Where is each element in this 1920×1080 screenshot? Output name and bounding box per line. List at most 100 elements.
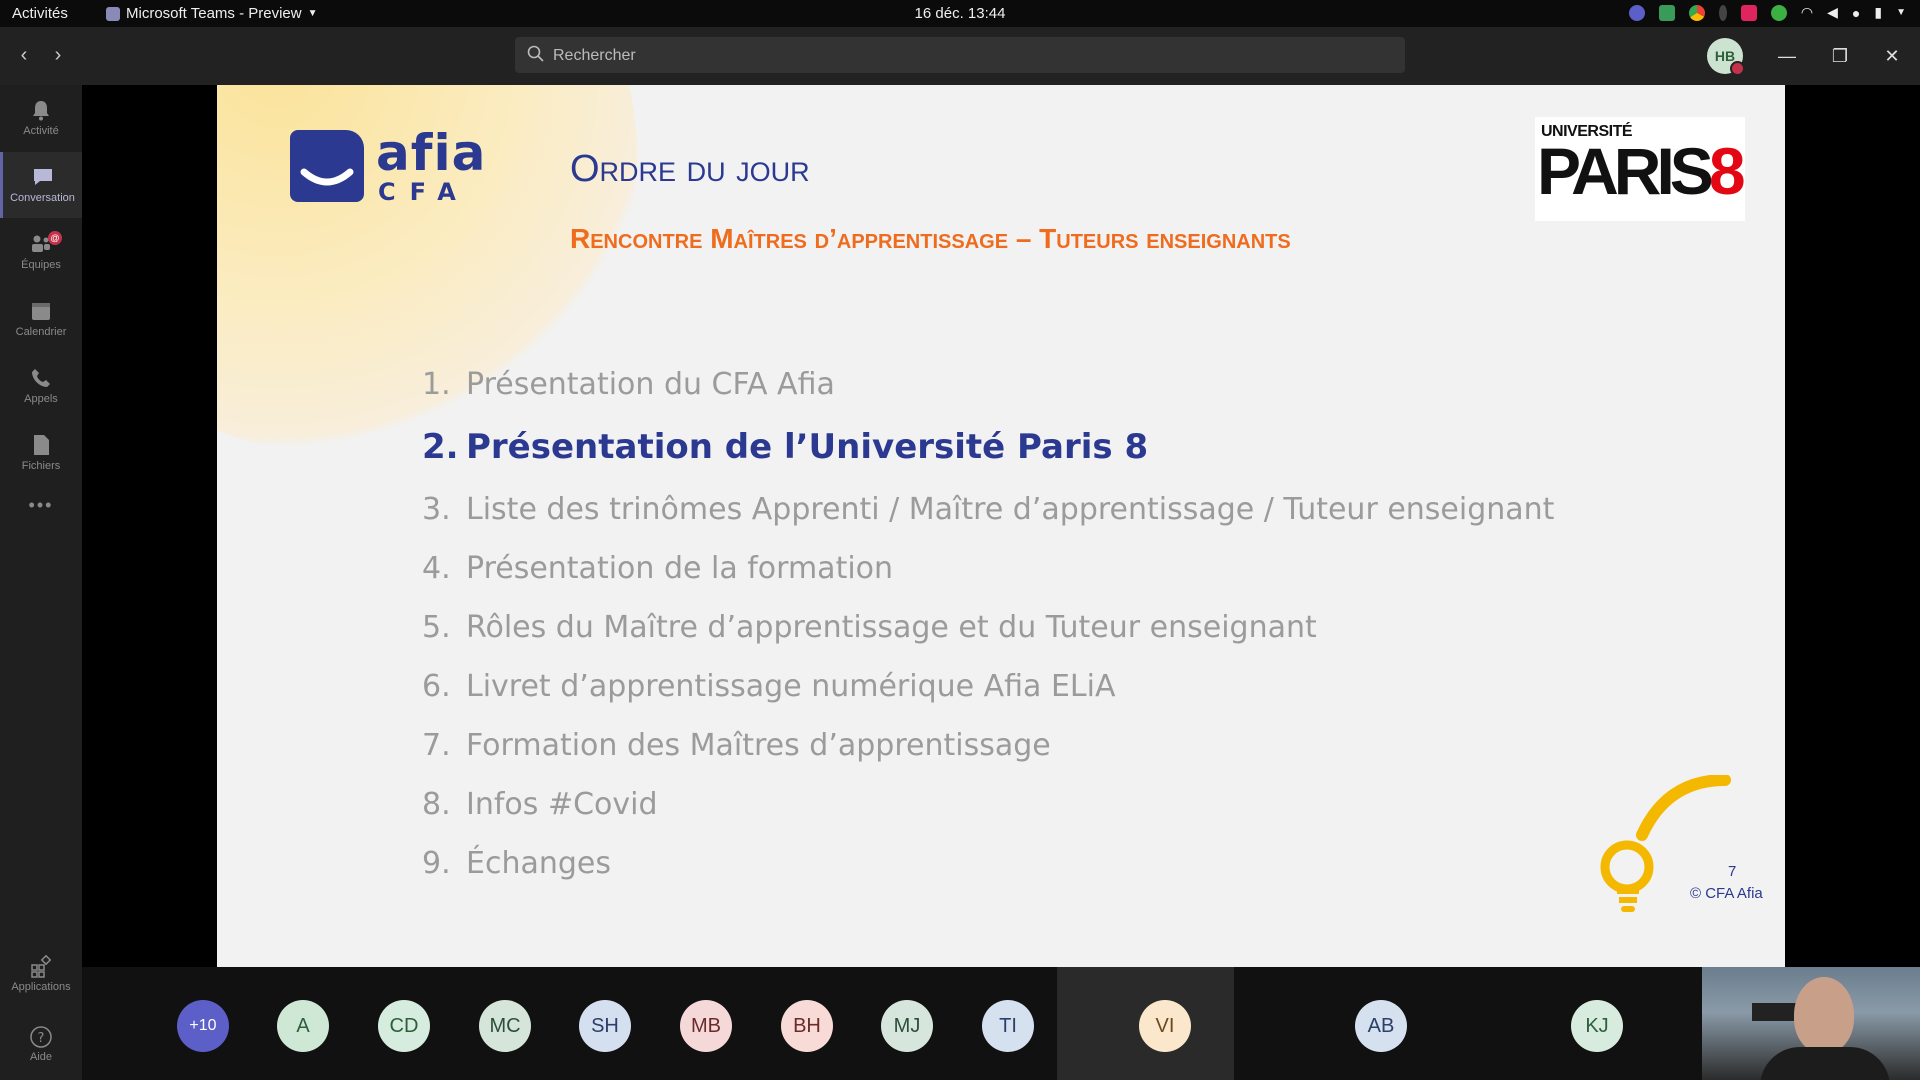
participant-avatar[interactable]: AB bbox=[1355, 1000, 1407, 1052]
clock[interactable]: 16 déc. 13:44 bbox=[915, 5, 1006, 22]
video-person bbox=[1794, 977, 1854, 1053]
minimize-icon[interactable]: — bbox=[1775, 44, 1799, 68]
agenda-item-text: Présentation de l’Université Paris 8 bbox=[466, 427, 1149, 467]
agenda-item-text: Formation des Maîtres d’apprentissage bbox=[466, 728, 1051, 763]
participant-avatar[interactable]: VI bbox=[1139, 1000, 1191, 1052]
self-video-preview[interactable] bbox=[1702, 967, 1920, 1080]
participant-avatar[interactable]: TI bbox=[982, 1000, 1034, 1052]
agenda-item-text: Présentation du CFA Afia bbox=[466, 367, 835, 402]
close-icon[interactable]: ✕ bbox=[1880, 44, 1904, 68]
agenda-item-number: 8. bbox=[422, 787, 451, 822]
shield-tray-icon[interactable] bbox=[1658, 4, 1675, 21]
applications-button[interactable]: Applications bbox=[0, 955, 82, 993]
agenda-item-text: Échanges bbox=[466, 846, 611, 881]
system-top-bar: Activités Microsoft Teams - Preview ▼ 16… bbox=[0, 0, 1920, 27]
more-apps-button[interactable]: ••• bbox=[0, 495, 82, 561]
phone-icon bbox=[32, 369, 50, 387]
bluetooth-tray-icon[interactable] bbox=[1718, 4, 1727, 21]
notification-badge: @ bbox=[48, 231, 62, 245]
help-label: Aide bbox=[29, 1051, 53, 1063]
rail-item-label: Appels bbox=[24, 393, 58, 405]
search-box[interactable] bbox=[515, 37, 1405, 75]
check-tray-icon[interactable] bbox=[1770, 4, 1787, 21]
paris8-logo-main: PARIS8 bbox=[1537, 134, 1745, 208]
chrome-tray-icon[interactable] bbox=[1688, 4, 1705, 21]
slide-copyright: © CFA Afia bbox=[1690, 885, 1763, 902]
rail-item-activite[interactable]: Activité bbox=[0, 85, 82, 151]
more-participants-button[interactable]: +10 bbox=[177, 1000, 229, 1052]
rail-item-appels[interactable]: Appels bbox=[0, 353, 82, 419]
system-tray: ◠ ◀ ● ▮ ▼ bbox=[1628, 4, 1906, 21]
agenda-item-number: 9. bbox=[422, 846, 451, 881]
agenda-item: 7. Formation des Maîtres d’apprentissage bbox=[422, 716, 1554, 775]
teams-tray-icon[interactable] bbox=[1628, 4, 1645, 21]
agenda-item-text: Rôles du Maître d’apprentissage et du Tu… bbox=[466, 610, 1317, 645]
participant-avatar[interactable]: MB bbox=[680, 1000, 732, 1052]
afia-logo-word: afia bbox=[376, 124, 487, 182]
system-menu-caret-icon[interactable]: ▼ bbox=[1896, 7, 1906, 18]
rail-item-conversation[interactable]: Conversation bbox=[0, 152, 82, 218]
forward-arrow-icon[interactable]: › bbox=[46, 43, 70, 67]
teams-app-icon bbox=[106, 6, 120, 21]
file-icon bbox=[34, 435, 49, 455]
slide-page-number: 7 bbox=[1728, 863, 1737, 880]
volume-icon[interactable]: ◀ bbox=[1827, 4, 1838, 21]
participant-avatar[interactable]: BH bbox=[781, 1000, 833, 1052]
participant-avatar[interactable]: MC bbox=[479, 1000, 531, 1052]
rail-item-label: Calendrier bbox=[15, 326, 67, 338]
participant-avatar[interactable]: SH bbox=[579, 1000, 631, 1052]
participant-avatar[interactable]: MJ bbox=[881, 1000, 933, 1052]
app-tray-icon[interactable] bbox=[1740, 4, 1757, 21]
teams-title-bar: ‹ › HB — ❐ ✕ bbox=[0, 27, 1920, 85]
more-icon: ••• bbox=[28, 495, 54, 515]
agenda-item: 6. Livret d’apprentissage numérique Afia … bbox=[422, 657, 1554, 716]
agenda-item-number: 6. bbox=[422, 669, 451, 704]
battery-icon[interactable]: ▮ bbox=[1874, 4, 1882, 21]
agenda-item: 1. Présentation du CFA Afia bbox=[422, 355, 1554, 414]
app-menu-label: Microsoft Teams - Preview bbox=[126, 5, 302, 22]
microphone-icon[interactable]: ● bbox=[1852, 5, 1860, 21]
presentation-slide: afia CFA Ordre du jour Rencontre Maîtres… bbox=[217, 85, 1785, 967]
rail-item-label: Équipes bbox=[21, 259, 61, 271]
rail-item-calendrier[interactable]: Calendrier bbox=[0, 286, 82, 352]
calendar-icon bbox=[32, 303, 50, 320]
agenda-item-number: 1. bbox=[422, 367, 451, 402]
video-person-body bbox=[1760, 1047, 1890, 1080]
maximize-icon[interactable]: ❐ bbox=[1828, 44, 1852, 68]
apps-icon bbox=[31, 955, 52, 978]
caret-down-icon: ▼ bbox=[307, 8, 318, 19]
presence-status-dot bbox=[1730, 61, 1745, 76]
search-input[interactable] bbox=[551, 37, 1395, 75]
lightbulb-icon bbox=[1600, 775, 1731, 912]
participant-avatar[interactable]: CD bbox=[378, 1000, 430, 1052]
agenda-item-number: 5. bbox=[422, 610, 451, 645]
universite-paris8-logo: UNIVERSITÉ PARIS8 bbox=[1535, 117, 1745, 221]
agenda-item-text: Livret d’apprentissage numérique Afia EL… bbox=[466, 669, 1116, 704]
afia-logo-mark bbox=[290, 130, 364, 202]
participant-avatar[interactable]: A bbox=[277, 1000, 329, 1052]
activities-button[interactable]: Activités bbox=[12, 5, 68, 22]
agenda-item-number: 3. bbox=[422, 492, 451, 527]
agenda-list: 1. Présentation du CFA Afia 2. Présentation… bbox=[422, 355, 1554, 893]
agenda-item-text: Infos #Covid bbox=[466, 787, 658, 822]
slide-subtitle: Rencontre Maîtres d’apprentissage – Tute… bbox=[570, 223, 1291, 254]
participant-avatar[interactable]: KJ bbox=[1571, 1000, 1623, 1052]
agenda-item-text: Liste des trinômes Apprenti / Maître d’a… bbox=[466, 492, 1555, 527]
back-arrow-icon[interactable]: ‹ bbox=[12, 43, 36, 67]
bell-icon bbox=[33, 101, 49, 121]
app-menu[interactable]: Microsoft Teams - Preview ▼ bbox=[106, 5, 318, 22]
agenda-item-number: 2. bbox=[422, 427, 459, 467]
chat-icon bbox=[33, 169, 52, 185]
rail-item-fichiers[interactable]: Fichiers bbox=[0, 420, 82, 486]
help-icon: ? bbox=[30, 1026, 52, 1048]
applications-label: Applications bbox=[11, 981, 71, 993]
wifi-icon[interactable]: ◠ bbox=[1801, 4, 1813, 21]
rail-item-equipes[interactable]: @ Équipes bbox=[0, 219, 82, 285]
agenda-item-number: 4. bbox=[422, 551, 451, 586]
agenda-item-text: Présentation de la formation bbox=[466, 551, 894, 586]
agenda-item-number: 7. bbox=[422, 728, 451, 763]
agenda-item: 5. Rôles du Maître d’apprentissage et du … bbox=[422, 598, 1554, 657]
agenda-item: 4. Présentation de la formation bbox=[422, 539, 1554, 598]
user-avatar[interactable]: HB bbox=[1707, 38, 1745, 76]
help-button[interactable]: ? Aide bbox=[0, 1025, 82, 1063]
